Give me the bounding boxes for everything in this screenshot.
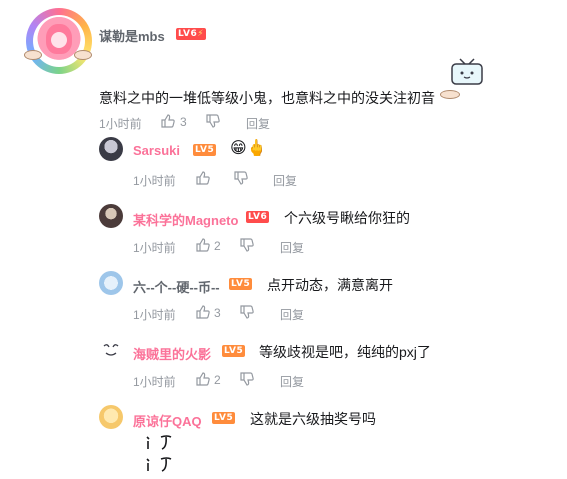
reply-text: 点开动态，满意离开	[267, 277, 393, 293]
main-reply-button[interactable]: 回复	[246, 115, 270, 132]
like-icon[interactable]	[195, 170, 211, 186]
dislike-icon[interactable]	[205, 113, 221, 129]
main-like-count: 3	[180, 115, 187, 129]
bolt-icon: ⚡	[197, 29, 205, 39]
like-icon[interactable]	[160, 113, 176, 129]
dislike-icon[interactable]	[233, 170, 249, 186]
reply-avatar[interactable]	[99, 405, 123, 429]
reply-avatar[interactable]	[99, 271, 123, 295]
tv-sticker-icon	[451, 58, 483, 85]
reply-username[interactable]: 六--个--硬--币--	[133, 277, 220, 296]
reply-like-count: 2	[214, 373, 221, 387]
reply-avatar[interactable]	[99, 338, 123, 362]
reply-button[interactable]: 回复	[273, 172, 297, 189]
reply-username[interactable]: 原谅仔QAQ	[133, 411, 202, 430]
reply-level-badge: LV5	[193, 144, 217, 156]
main-comment-time: 1小时前	[99, 117, 142, 131]
main-avatar-face	[51, 32, 67, 48]
dislike-icon[interactable]	[239, 237, 255, 253]
reply-time: 1小时前	[133, 241, 176, 255]
reply-avatar[interactable]	[99, 137, 123, 161]
reply-username[interactable]: Sarsuki	[133, 143, 180, 158]
reply-level-badge: LV6	[246, 211, 270, 223]
main-level-badge: LV6⚡	[176, 28, 207, 40]
bunny-decoration-left	[24, 50, 42, 60]
reply-username[interactable]: 海贼里的火影	[133, 344, 211, 363]
reply-text: 这就是六级抽奖号吗	[250, 411, 376, 427]
reply-time: 1小时前	[133, 174, 176, 188]
reply-time: 1小时前	[133, 308, 176, 322]
reply-avatar[interactable]	[99, 204, 123, 228]
bunny-decoration-right	[74, 50, 92, 60]
like-icon[interactable]	[195, 371, 211, 387]
reply-level-badge: LV5	[212, 412, 236, 424]
dislike-icon[interactable]	[239, 371, 255, 387]
like-icon[interactable]	[195, 304, 211, 320]
main-username[interactable]: 谋勒是mbs	[99, 26, 165, 45]
like-icon[interactable]	[195, 237, 211, 253]
bunny-sticker-icon	[440, 90, 460, 99]
reply-text: 😁🖕	[230, 140, 267, 157]
reply-like-count: 3	[214, 306, 221, 320]
reply-time: 1小时前	[133, 375, 176, 389]
main-comment-text: 意料之中的一堆低等级小鬼，也意料之中的没关注初音	[99, 90, 435, 106]
reply-button[interactable]: 回复	[280, 306, 304, 323]
reply-button[interactable]: 回复	[280, 239, 304, 256]
reply-level-badge: LV5	[229, 278, 253, 290]
dislike-icon[interactable]	[239, 304, 255, 320]
reply-level-badge: LV5	[222, 345, 246, 357]
reply-text: 等级歧视是吧，纯纯的pxj了	[259, 344, 431, 360]
reply-text: 个六级号瞅给你狂的	[284, 210, 410, 226]
reply-username[interactable]: 某科学的Magneto	[133, 210, 238, 229]
hand-drawn-sticker-icon	[146, 435, 172, 472]
reply-button[interactable]: 回复	[280, 373, 304, 390]
main-level-text: LV6	[178, 29, 198, 39]
reply-like-count: 2	[214, 239, 221, 253]
